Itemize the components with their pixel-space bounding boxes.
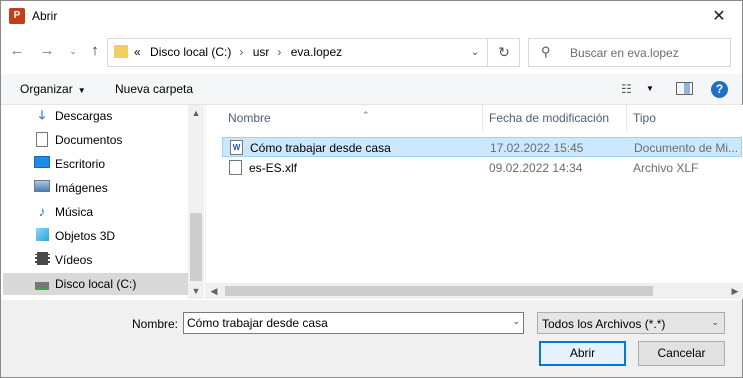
word-document-icon: W [230,140,243,155]
scrollbar-thumb[interactable] [190,213,202,281]
nav-item-label: Disco local (C:) [55,277,137,291]
open-dialog: P Abrir ✕ ← → ⌄ ↑ « Disco local (C:) › us… [0,0,743,378]
file-icon [229,160,242,175]
scrollbar-thumb[interactable] [225,286,653,296]
cancel-button[interactable]: Cancelar [638,341,725,366]
dialog-footer: Nombre: ⌄ Todos los Archivos (*.*) ⌄ Abr… [1,300,742,377]
nav-item-imagenes[interactable]: Imágenes [3,177,188,199]
command-toolbar: Organizar ▼ Nueva carpeta ☷ ▼ ? [1,74,742,105]
cube-icon [34,228,50,243]
sort-up-icon: ⌃ [362,110,370,120]
file-name-field[interactable]: ⌄ [183,312,524,334]
file-type-filter[interactable]: Todos los Archivos (*.*) ⌄ [537,312,725,334]
folder-icon [114,45,128,58]
chevron-down-icon[interactable]: ⌄ [512,316,520,327]
refresh-button[interactable]: ↻ [487,39,520,66]
nav-item-descargas[interactable]: 🡓 Descargas [3,105,188,127]
nav-item-escritorio[interactable]: Escritorio [3,153,188,175]
open-button[interactable]: Abrir [539,341,626,366]
address-dropdown-icon[interactable]: ⌄ [463,39,487,66]
nav-item-label: Documentos [55,133,123,147]
music-note-icon: ♪ [38,203,46,219]
file-type: Documento de Mi... [634,141,739,155]
organize-button[interactable]: Organizar ▼ [20,82,86,96]
breadcrumb-separator-icon[interactable]: › [239,45,243,59]
column-header-date[interactable]: Fecha de modificación [483,105,627,131]
download-arrow-icon: 🡓 [38,108,46,122]
column-label: Fecha de modificación [489,111,610,125]
title-bar: P Abrir ✕ [1,1,742,32]
nav-item-videos[interactable]: Vídeos [3,249,188,271]
window-title: Abrir [32,9,58,23]
drive-icon [34,276,50,291]
file-date: 09.02.2022 14:34 [489,161,583,175]
breadcrumb: « Disco local (C:) › usr › eva.lopez [134,45,348,59]
column-header-type[interactable]: Tipo [627,105,743,131]
address-bar[interactable]: « Disco local (C:) › usr › eva.lopez ⌄ ↻ [107,38,520,67]
nav-item-label: Imágenes [55,181,108,195]
chevron-down-icon: ⌄ [711,317,719,327]
breadcrumb-user[interactable]: eva.lopez [291,45,342,59]
nav-item-disco-local[interactable]: Disco local (C:) [3,273,188,295]
file-name: Cómo trabajar desde casa [250,141,391,155]
up-button[interactable]: ↑ [84,39,106,63]
nav-item-label: Objetos 3D [55,229,116,243]
navigation-pane: 🡓 Descargas Documentos Escritorio Imágen… [1,105,204,299]
nav-item-label: Vídeos [55,253,93,267]
file-row[interactable]: W Cómo trabajar desde casa 17.02.2022 15… [222,137,742,157]
new-folder-button[interactable]: Nueva carpeta [115,82,193,96]
breadcrumb-separator-icon[interactable]: › [277,45,281,59]
file-name-label: Nombre: [132,317,179,331]
search-icon: ⚲ [541,44,551,59]
nav-item-label: Descargas [55,109,113,123]
file-type: Archivo XLF [633,161,699,175]
organize-label: Organizar [20,82,73,96]
nav-item-objetos-3d[interactable]: Objetos 3D [3,225,188,247]
scroll-up-icon[interactable]: ▲ [188,105,204,121]
powerpoint-icon: P [9,8,25,24]
column-label: Nombre [228,111,271,125]
chevron-down-icon: ▼ [77,86,86,95]
film-icon [34,252,50,267]
file-date: 17.02.2022 15:45 [490,141,584,155]
scroll-left-icon[interactable]: ◀ [206,283,222,299]
back-button[interactable]: ← [6,39,28,63]
nav-item-label: Música [55,205,94,219]
image-icon [34,180,50,195]
breadcrumb-drive[interactable]: Disco local (C:) [150,45,231,59]
file-name-input[interactable] [187,315,502,331]
scroll-down-icon[interactable]: ▼ [188,283,204,299]
preview-pane-icon[interactable] [676,82,693,95]
recent-locations-button[interactable]: ⌄ [62,39,84,63]
forward-button[interactable]: → [36,39,58,63]
search-placeholder: Buscar en eva.lopez [570,46,679,60]
breadcrumb-usr[interactable]: usr [253,45,270,59]
file-list: ⌃ Nombre Fecha de modificación Tipo W Có… [205,105,743,299]
file-row[interactable]: es-ES.xlf 09.02.2022 14:34 Archivo XLF [222,158,742,178]
column-label: Tipo [633,111,656,125]
file-name: es-ES.xlf [249,161,298,175]
nav-item-musica[interactable]: ♪ Música [3,201,188,223]
nav-scrollbar[interactable]: ▲ ▼ [188,105,204,299]
search-box[interactable]: ⚲ Buscar en eva.lopez [528,38,731,67]
help-icon[interactable]: ? [711,81,728,98]
close-button[interactable]: ✕ [696,1,742,32]
view-options-icon[interactable]: ☷ [621,82,632,96]
document-icon [34,132,50,147]
file-list-hscrollbar[interactable]: ◀ ▶ [206,283,743,299]
desktop-icon [34,156,50,171]
column-header-name[interactable]: ⌃ Nombre [222,105,483,131]
view-dropdown-icon[interactable]: ▼ [646,84,654,93]
scroll-right-icon[interactable]: ▶ [727,283,743,299]
file-type-filter-value: Todos los Archivos (*.*) [542,317,666,331]
breadcrumb-overflow[interactable]: « [134,45,141,59]
nav-item-documentos[interactable]: Documentos [3,129,188,151]
nav-item-label: Escritorio [55,157,106,171]
